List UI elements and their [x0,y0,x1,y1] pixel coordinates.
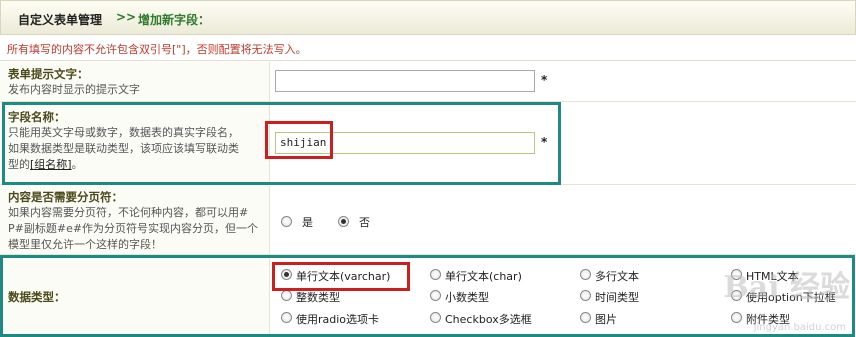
baidu-watermark-url: jingyan.baidu.com [753,322,846,333]
row-form-tip: 表单提示文字： 发布内容时显示的提示文字 * [0,62,856,102]
pagebreak-yes-label: 是 [302,216,313,229]
pagebreak-yes-radio[interactable] [281,216,292,227]
pagebreak-desc-line3: 模型里仅允许一个这样的字段！ [8,238,162,251]
pagebreak-label-cell: 内容是否需要分页符： 如果内容需要分页符，不论何种内容，都可以用# P#副标题#… [0,186,270,254]
form-tip-desc: 发布内容时显示的提示文字 [8,83,140,96]
form-tip-title: 表单提示文字： [8,67,89,81]
notice-text: 所有填写的内容不允许包含双引号["]，否则配置将无法写入。 [7,43,307,56]
row-pagebreak: 内容是否需要分页符： 如果内容需要分页符，不论何种内容，都可以用# P#副标题#… [0,186,856,255]
pagebreak-desc-line2: P#副标题#e#作为分页符号实现内容分页，但一个 [8,222,259,235]
form-tip-input[interactable] [275,70,535,92]
varchar-option-highlight [272,262,410,291]
notice-bar: 所有填写的内容不允许包含双引号["]，否则配置将无法写入。 [0,36,856,61]
breadcrumb-separator: >> [116,10,137,24]
baidu-watermark-logo: Bai 经验 [723,270,850,305]
pagebreak-desc-line1: 如果内容需要分页符，不论何种内容，都可以用# [8,206,249,219]
form-tip-label-cell: 表单提示文字： 发布内容时显示的提示文字 [0,62,270,101]
pagebreak-no-radio[interactable] [338,216,349,227]
form-tip-required-mark: * [541,73,548,87]
pagebreak-title: 内容是否需要分页符： [8,190,123,204]
page-header: 自定义表单管理 >> 增加新字段： [0,0,856,35]
page-title: 自定义表单管理 [18,13,103,27]
field-name-input-highlight [265,121,333,159]
pagebreak-no-label: 否 [359,216,370,229]
page-subtitle: 增加新字段： [138,13,211,27]
